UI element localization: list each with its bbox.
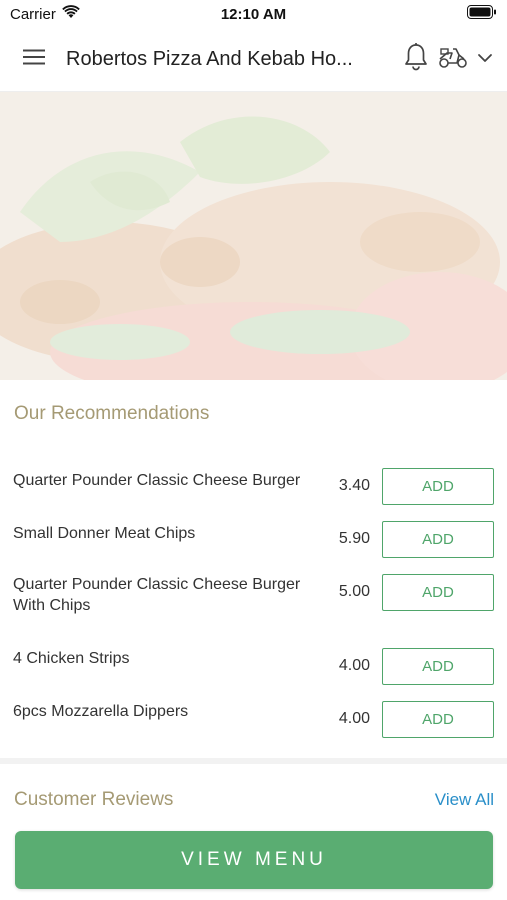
- hamburger-menu-icon: [22, 48, 46, 71]
- scooter-icon: [437, 45, 469, 74]
- item-name: Quarter Pounder Classic Cheese Burger: [13, 472, 301, 489]
- section-divider: [0, 758, 507, 764]
- app-header: Robertos Pizza And Kebab Ho...: [0, 28, 507, 92]
- delivery-mode-button[interactable]: [437, 45, 469, 74]
- item-price: 4.00: [338, 657, 370, 674]
- item-name: 6pcs Mozzarella Dippers: [13, 703, 189, 720]
- carrier-label: Carrier: [10, 5, 56, 23]
- view-menu-button[interactable]: VIEW MENU: [15, 831, 493, 889]
- status-bar: Carrier 12:10 AM: [0, 0, 507, 28]
- item-name: Quarter Pounder Classic Cheese Burger Wi…: [13, 576, 301, 614]
- header-dropdown-button[interactable]: [477, 51, 493, 69]
- add-button[interactable]: ADD: [382, 648, 494, 685]
- recommendations-title: Our Recommendations: [14, 403, 210, 424]
- add-button[interactable]: ADD: [382, 701, 494, 738]
- add-button[interactable]: ADD: [382, 521, 494, 558]
- reviews-title: Customer Reviews: [14, 789, 174, 810]
- add-button[interactable]: ADD: [382, 574, 494, 611]
- battery-icon: [467, 5, 497, 23]
- item-price: 5.00: [338, 583, 370, 600]
- restaurant-title: Robertos Pizza And Kebab Ho...: [66, 48, 353, 70]
- status-right: [467, 5, 497, 23]
- item-name: 4 Chicken Strips: [13, 650, 130, 667]
- status-left: Carrier: [10, 5, 80, 23]
- header-actions: [403, 42, 507, 77]
- chevron-down-icon: [477, 51, 493, 69]
- view-all-reviews-link[interactable]: View All: [435, 790, 494, 810]
- item-price: 5.90: [338, 530, 370, 547]
- bell-icon: [403, 42, 429, 77]
- hamburger-menu-button[interactable]: [14, 40, 54, 80]
- wifi-icon: [62, 5, 80, 23]
- notifications-button[interactable]: [403, 42, 429, 77]
- add-button[interactable]: ADD: [382, 468, 494, 505]
- item-price: 4.00: [338, 710, 370, 727]
- hero-food-image: [0, 92, 507, 380]
- item-name: Small Donner Meat Chips: [13, 525, 196, 542]
- item-price: 3.40: [338, 477, 370, 494]
